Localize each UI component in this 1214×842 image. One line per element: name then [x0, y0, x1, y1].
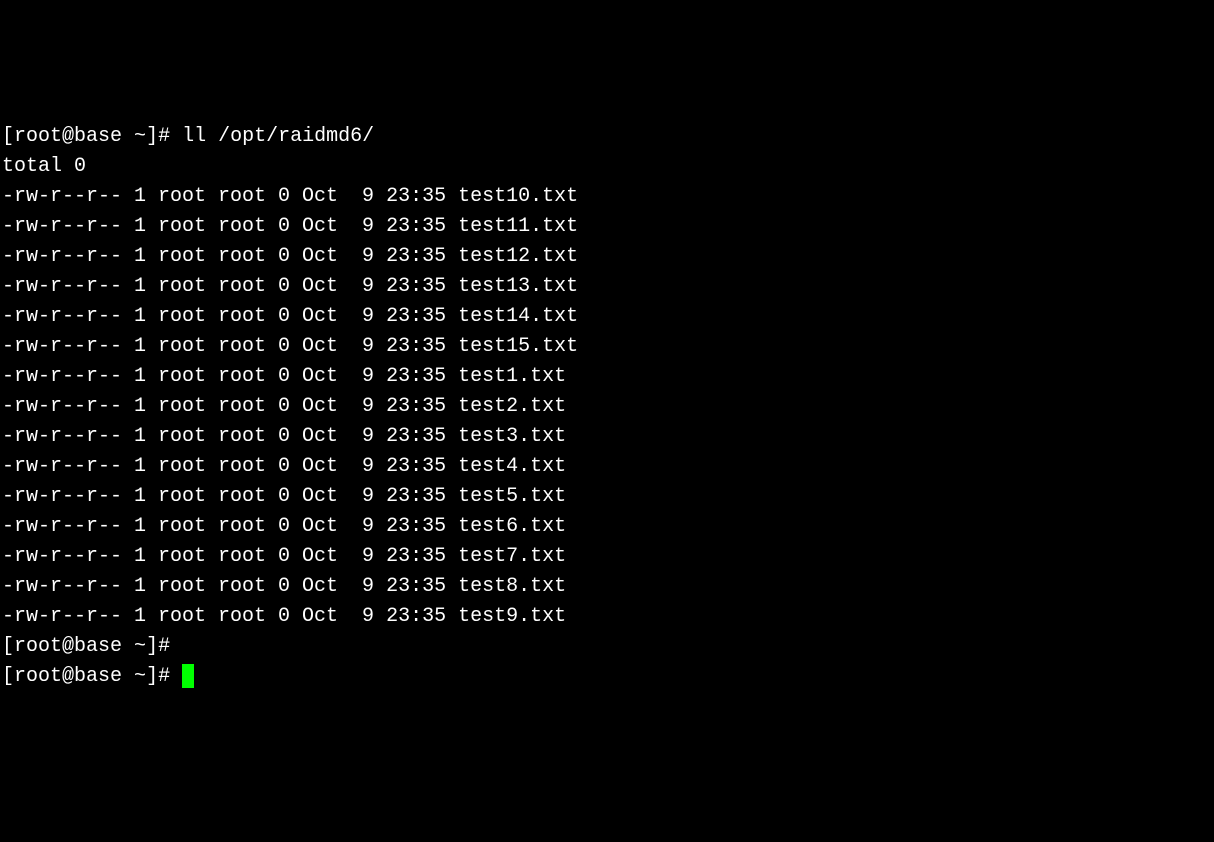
prompt-hash: #	[158, 125, 182, 148]
file-row: -rw-r--r-- 1 root root 0 Oct 9 23:35 tes…	[2, 212, 1212, 242]
file-row: -rw-r--r-- 1 root root 0 Oct 9 23:35 tes…	[2, 542, 1212, 572]
prompt-path: ~	[122, 635, 146, 658]
file-row: -rw-r--r-- 1 root root 0 Oct 9 23:35 tes…	[2, 482, 1212, 512]
file-row: -rw-r--r-- 1 root root 0 Oct 9 23:35 tes…	[2, 332, 1212, 362]
file-row: -rw-r--r-- 1 root root 0 Oct 9 23:35 tes…	[2, 362, 1212, 392]
prompt-path: ~	[122, 665, 146, 688]
prompt-hash: #	[158, 635, 182, 658]
terminal-output[interactable]: [root@base ~]# ll /opt/raidmd6/total 0-r…	[2, 122, 1212, 692]
file-row: -rw-r--r-- 1 root root 0 Oct 9 23:35 tes…	[2, 572, 1212, 602]
file-row: -rw-r--r-- 1 root root 0 Oct 9 23:35 tes…	[2, 452, 1212, 482]
command-line: [root@base ~]# ll /opt/raidmd6/	[2, 122, 1212, 152]
cursor-icon	[182, 664, 194, 688]
prompt-hash: #	[158, 665, 182, 688]
file-row: -rw-r--r-- 1 root root 0 Oct 9 23:35 tes…	[2, 512, 1212, 542]
prompt-userhost: root@base	[14, 635, 122, 658]
file-listing: -rw-r--r-- 1 root root 0 Oct 9 23:35 tes…	[2, 182, 1212, 632]
prompt-close: ]	[146, 635, 158, 658]
total-line: total 0	[2, 152, 1212, 182]
file-row: -rw-r--r-- 1 root root 0 Oct 9 23:35 tes…	[2, 182, 1212, 212]
prompt-close: ]	[146, 125, 158, 148]
file-row: -rw-r--r-- 1 root root 0 Oct 9 23:35 tes…	[2, 602, 1212, 632]
file-row: -rw-r--r-- 1 root root 0 Oct 9 23:35 tes…	[2, 242, 1212, 272]
prompt-line-3[interactable]: [root@base ~]#	[2, 662, 1212, 692]
prompt-open: [	[2, 665, 14, 688]
command-text: ll /opt/raidmd6/	[182, 125, 374, 148]
prompt-open: [	[2, 635, 14, 658]
prompt-line-2: [root@base ~]#	[2, 632, 1212, 662]
file-row: -rw-r--r-- 1 root root 0 Oct 9 23:35 tes…	[2, 392, 1212, 422]
prompt-path: ~	[122, 125, 146, 148]
prompt-close: ]	[146, 665, 158, 688]
file-row: -rw-r--r-- 1 root root 0 Oct 9 23:35 tes…	[2, 302, 1212, 332]
file-row: -rw-r--r-- 1 root root 0 Oct 9 23:35 tes…	[2, 272, 1212, 302]
prompt-userhost: root@base	[14, 125, 122, 148]
file-row: -rw-r--r-- 1 root root 0 Oct 9 23:35 tes…	[2, 422, 1212, 452]
prompt-open: [	[2, 125, 14, 148]
prompt-userhost: root@base	[14, 665, 122, 688]
